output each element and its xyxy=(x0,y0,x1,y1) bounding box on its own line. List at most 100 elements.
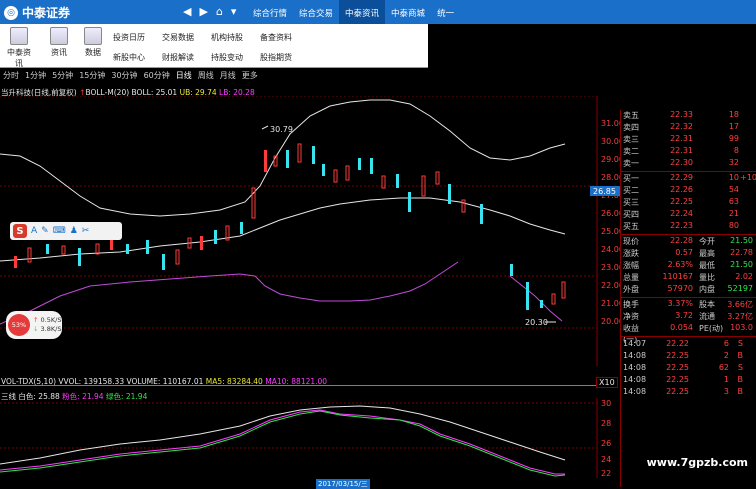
link-report-analysis[interactable]: 财报解读 xyxy=(162,52,194,63)
period-15min[interactable]: 15分钟 xyxy=(79,70,105,81)
more-icon[interactable]: ▾ xyxy=(231,5,237,18)
home-icon[interactable]: ⌂ xyxy=(216,5,223,18)
download-speed: 3.8K/S xyxy=(40,325,62,333)
logo-text: 中泰证券 xyxy=(22,6,71,20)
svg-text:30: 30 xyxy=(601,399,611,408)
app-s-icon[interactable]: S xyxy=(13,224,27,238)
app-logo: ◎ 中泰证券 xyxy=(4,4,70,21)
svg-text:29.00: 29.00 xyxy=(601,155,620,164)
svg-text:24.00: 24.00 xyxy=(601,245,620,254)
x-axis-date: 2017/03/15/三 xyxy=(316,479,370,489)
ask-row[interactable]: 卖三 22.31 99 xyxy=(621,134,756,146)
period-daily[interactable]: 日线 xyxy=(176,70,192,81)
upload-speed: 0.5K/S xyxy=(40,316,62,324)
stat-row: 涨幅 2.63% 最低 21.50 xyxy=(623,260,753,270)
period-30min[interactable]: 30分钟 xyxy=(111,70,137,81)
svg-text:26: 26 xyxy=(601,439,611,448)
bid-row[interactable]: 买五 22.23 80 xyxy=(621,221,756,233)
lower-indicator-chart[interactable]: 30 28 26 24 22 xyxy=(0,398,620,478)
low-label: 20.30 xyxy=(525,318,548,327)
data-button[interactable]: 数据 xyxy=(78,27,108,65)
period-60min[interactable]: 60分钟 xyxy=(144,70,170,81)
user-icon[interactable]: ♟ xyxy=(70,226,78,236)
nav-mall[interactable]: 中泰商城 xyxy=(385,0,431,24)
period-5min[interactable]: 5分钟 xyxy=(52,70,73,81)
period-bar: 分时 1分钟 5分钟 15分钟 30分钟 60分钟 日线 周线 月线 更多 xyxy=(0,68,428,82)
link-holding-change[interactable]: 持股变动 xyxy=(211,52,243,63)
link-trade-data[interactable]: 交易数据 xyxy=(162,32,194,43)
ask-row[interactable]: 卖一 22.30 32 xyxy=(621,158,756,170)
ask-row[interactable]: 卖二 22.31 8 xyxy=(621,146,756,158)
tick-row: 14:08 22.25 62 S xyxy=(623,363,743,372)
calendar-icon xyxy=(50,27,68,45)
svg-text:26.00: 26.00 xyxy=(601,209,620,218)
svg-text:21.00: 21.00 xyxy=(601,299,620,308)
top-nav: 综合行情 综合交易 中泰资讯 中泰商城 统一 xyxy=(247,0,460,24)
bid-row[interactable]: 买二 22.26 54 xyxy=(621,185,756,197)
watermark: www.7gpzb.com xyxy=(646,456,748,469)
font-icon[interactable]: A xyxy=(31,226,37,236)
svg-text:31.00: 31.00 xyxy=(601,119,620,128)
nav-quotes[interactable]: 综合行情 xyxy=(247,0,293,24)
period-more[interactable]: 更多 xyxy=(242,70,258,81)
ask-row[interactable]: 卖五 22.33 18 xyxy=(621,110,756,122)
cpu-percent: 53% xyxy=(8,314,30,336)
high-label: 30.79 xyxy=(270,125,293,134)
nav-unified[interactable]: 统一 xyxy=(431,0,460,24)
stat-row: 净资 3.72 流通 3.27亿 xyxy=(623,311,753,321)
cursor-price: 26.85 xyxy=(593,187,616,196)
toolbar: 中泰资讯 资讯 数据 投资日历 交易数据 机构持股 备查资料 新股中心 财报解读… xyxy=(0,24,428,68)
period-timeshare[interactable]: 分时 xyxy=(3,70,19,81)
stat-row: 总量 110167 量比 2.02 xyxy=(623,272,753,282)
logo-icon: ◎ xyxy=(4,5,18,20)
keyboard-icon[interactable]: ⌨ xyxy=(53,226,66,236)
mic-icon[interactable]: ✎ xyxy=(41,226,49,236)
quote-panel: 卖五 22.33 18 卖四 22.32 17 卖三 22.31 99 卖二 22.31 8 卖… xyxy=(620,110,756,487)
period-weekly[interactable]: 周线 xyxy=(198,70,214,81)
period-1min[interactable]: 1分钟 xyxy=(25,70,46,81)
window-icons: ◀ ▶ ⌂ ▾ xyxy=(183,5,236,18)
database-icon xyxy=(84,27,102,45)
stat-row: 换手 3.37% 股本 3.66亿 xyxy=(623,299,753,309)
net-speed-widget: 53% ↑ 0.5K/S ↓ 3.8K/S xyxy=(6,311,62,339)
tick-row: 14:07 22.22 6 S xyxy=(623,339,743,348)
svg-text:28: 28 xyxy=(601,419,611,428)
link-invest-calendar[interactable]: 投资日历 xyxy=(113,32,145,43)
bid-row[interactable]: 买三 22.25 63 xyxy=(621,197,756,209)
tools-icon[interactable]: ✂ xyxy=(82,226,90,236)
svg-text:23.00: 23.00 xyxy=(601,263,620,272)
floating-toolbar[interactable]: S A ✎ ⌨ ♟ ✂ xyxy=(10,222,122,240)
stat-row: 现价 22.28 今开 21.50 xyxy=(623,236,753,246)
link-ipo-center[interactable]: 新股中心 xyxy=(113,52,145,63)
news-center-button[interactable]: 中泰资讯 xyxy=(4,27,34,68)
svg-text:25.00: 25.00 xyxy=(601,227,620,236)
stat-row: 收益(一) 0.054 PE(动) 103.0 xyxy=(623,323,753,344)
period-monthly[interactable]: 月线 xyxy=(220,70,236,81)
link-reference[interactable]: 备查资料 xyxy=(260,32,292,43)
stat-row: 涨跌 0.57 最高 22.78 xyxy=(623,248,753,258)
svg-text:20.00: 20.00 xyxy=(601,317,620,326)
nav-trading[interactable]: 综合交易 xyxy=(293,0,339,24)
tick-row: 14:08 22.25 2 B xyxy=(623,351,743,360)
back-icon[interactable]: ◀ xyxy=(183,5,191,18)
nav-news[interactable]: 中泰资讯 xyxy=(339,0,386,24)
link-index-futures[interactable]: 股指期货 xyxy=(260,52,292,63)
svg-text:22.00: 22.00 xyxy=(601,281,620,290)
tick-row: 14:08 22.25 3 B xyxy=(623,387,743,396)
info-button[interactable]: 资讯 xyxy=(44,27,74,65)
forward-icon[interactable]: ▶ xyxy=(199,5,207,18)
news-icon xyxy=(10,27,28,45)
lower-y-axis: 30 28 26 24 22 xyxy=(601,399,611,478)
svg-text:28.00: 28.00 xyxy=(601,173,620,182)
svg-text:22: 22 xyxy=(601,469,611,478)
bid-row[interactable]: 买四 22.24 21 xyxy=(621,209,756,221)
svg-text:30.00: 30.00 xyxy=(601,137,620,146)
ask-row[interactable]: 卖四 22.32 17 xyxy=(621,122,756,134)
tick-row: 14:08 22.25 1 B xyxy=(623,375,743,384)
y-axis: 31.00 30.00 29.00 28.00 27.00 26.00 25.0… xyxy=(601,119,620,326)
svg-text:24: 24 xyxy=(601,455,611,464)
bid-row[interactable]: 买一 22.29 10 +10 xyxy=(621,173,756,185)
volume-scale: X10 xyxy=(596,377,618,388)
stat-row: 外盘 57970 内盘 52197 xyxy=(623,284,753,294)
link-inst-holdings[interactable]: 机构持股 xyxy=(211,32,243,43)
